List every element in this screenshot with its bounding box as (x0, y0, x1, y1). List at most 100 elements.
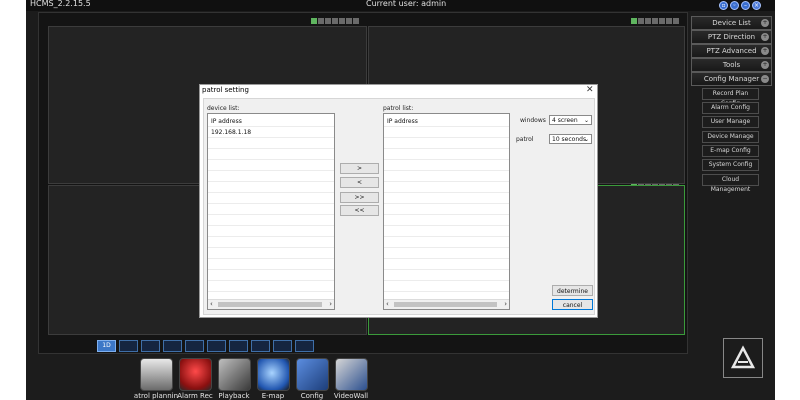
pane-tool-icon[interactable] (673, 18, 679, 24)
pane-tool-icon[interactable] (666, 18, 672, 24)
scroll-left-icon[interactable]: ‹ (386, 300, 389, 309)
cancel-button[interactable]: cancel (552, 299, 593, 310)
config-icon[interactable] (296, 358, 329, 391)
tools-label: Tools (722, 61, 741, 69)
close-icon[interactable]: ✕ (586, 85, 594, 95)
scroll-right-icon[interactable]: › (329, 300, 332, 309)
remove-all-button[interactable]: << (340, 205, 379, 216)
pane-tool-icon[interactable] (332, 18, 338, 24)
app-window: HCMS_2.2.15.5 Current user: admin ▫ ◦ – … (26, 0, 775, 400)
device-listbox[interactable]: IP address 192.168.1.18 ‹ › (207, 113, 335, 310)
patrol-plan-icon[interactable] (140, 358, 173, 391)
expand-icon: + (761, 33, 769, 41)
add-all-button[interactable]: >> (340, 192, 379, 203)
empty-row (384, 237, 509, 248)
ptz-direction-button[interactable]: PTZ Direction + (691, 30, 772, 44)
lock-icon[interactable]: ▫ (719, 1, 728, 10)
empty-row (208, 182, 334, 193)
pane-tool-icon[interactable] (353, 18, 359, 24)
minimize-icon[interactable]: – (741, 1, 750, 10)
emap-icon[interactable] (257, 358, 290, 391)
layout-16-button[interactable] (273, 340, 292, 352)
empty-row (208, 149, 334, 160)
empty-row (208, 226, 334, 237)
pane-tool-icon[interactable] (339, 18, 345, 24)
pane-toolbar (631, 18, 679, 24)
empty-row (384, 193, 509, 204)
pane-tool-icon[interactable] (652, 18, 658, 24)
empty-row (208, 215, 334, 226)
layout-4-button[interactable] (141, 340, 160, 352)
layout-9-button[interactable] (207, 340, 226, 352)
empty-row (384, 226, 509, 237)
empty-row (208, 138, 334, 149)
device-list-scrollbar[interactable]: ‹ › (208, 299, 334, 309)
app-title: HCMS_2.2.15.5 (30, 0, 91, 8)
user-manage-button[interactable]: User Manage (702, 116, 759, 128)
pane-tool-icon[interactable] (318, 18, 324, 24)
pane-tool-icon[interactable] (645, 18, 651, 24)
device-manage-button[interactable]: Device Manage (702, 131, 759, 143)
empty-row (208, 270, 334, 281)
alarm-record-icon[interactable] (179, 358, 212, 391)
layout-1d-button[interactable]: 1D (97, 340, 116, 352)
ptz-advanced-button[interactable]: PTZ Advanced + (691, 44, 772, 58)
patrol-listbox[interactable]: IP address ‹ › (383, 113, 510, 310)
empty-row (384, 281, 509, 292)
settings-icon[interactable]: ◦ (730, 1, 739, 10)
scroll-left-icon[interactable]: ‹ (210, 300, 213, 309)
layout-13-button[interactable] (251, 340, 270, 352)
empty-row (384, 138, 509, 149)
add-selected-button[interactable]: > (340, 163, 379, 174)
pane-toolbar (311, 18, 359, 24)
empty-row (384, 259, 509, 270)
device-list-label: Device List (712, 19, 751, 27)
playback-icon[interactable] (218, 358, 251, 391)
scroll-right-icon[interactable]: › (504, 300, 507, 309)
config-manager-label: Config Manager (703, 75, 760, 83)
patrol-interval-label: patrol (516, 136, 534, 143)
remove-selected-button[interactable]: < (340, 177, 379, 188)
pane-tool-icon[interactable] (346, 18, 352, 24)
expand-icon: + (761, 19, 769, 27)
empty-row (208, 171, 334, 182)
pane-tool-icon[interactable] (325, 18, 331, 24)
cloud-management-button[interactable]: Cloud Management (702, 174, 759, 193)
pane-tool-icon[interactable] (638, 18, 644, 24)
expand-icon: + (761, 47, 769, 55)
videowall-icon[interactable] (335, 358, 368, 391)
empty-row (384, 149, 509, 160)
device-row[interactable]: 192.168.1.18 (208, 127, 334, 138)
fullscreen-button[interactable] (295, 340, 314, 352)
dialog-body: device list: patrol list: IP address 192… (203, 98, 595, 315)
layout-8-button[interactable] (185, 340, 204, 352)
record-plan-config-button[interactable]: Record Plan Config (702, 88, 759, 107)
layout-10-button[interactable] (229, 340, 248, 352)
scrollbar-thumb[interactable] (218, 302, 322, 307)
patrol-list-scrollbar[interactable]: ‹ › (384, 299, 509, 309)
videowall-label: VideoWall (333, 392, 369, 400)
layout-6-button[interactable] (163, 340, 182, 352)
empty-row (384, 160, 509, 171)
alarm-config-button[interactable]: Alarm Config (702, 102, 759, 114)
patrol-interval-select[interactable]: 10 seconds ⌄ (549, 134, 592, 144)
windows-select[interactable]: 4 screen ⌄ (549, 115, 592, 125)
pane-tool-icon[interactable] (311, 18, 317, 24)
current-user-label: Current user: admin (366, 0, 447, 8)
dialog-title: patrol setting (202, 86, 249, 94)
device-list-button[interactable]: Device List + (691, 16, 772, 30)
layout-1-button[interactable] (119, 340, 138, 352)
pane-tool-icon[interactable] (659, 18, 665, 24)
tools-button[interactable]: Tools + (691, 58, 772, 72)
ptz-advanced-label: PTZ Advanced (706, 47, 757, 55)
scrollbar-thumb[interactable] (394, 302, 497, 307)
pane-tool-icon[interactable] (631, 18, 637, 24)
system-config-button[interactable]: System Config (702, 159, 759, 171)
close-icon[interactable]: × (752, 1, 761, 10)
empty-row (208, 193, 334, 204)
emap-config-button[interactable]: E-map Config (702, 145, 759, 157)
determine-button[interactable]: determine (552, 285, 593, 296)
empty-row (208, 259, 334, 270)
config-manager-button[interactable]: Config Manager − (691, 72, 772, 86)
expand-icon: + (761, 61, 769, 69)
